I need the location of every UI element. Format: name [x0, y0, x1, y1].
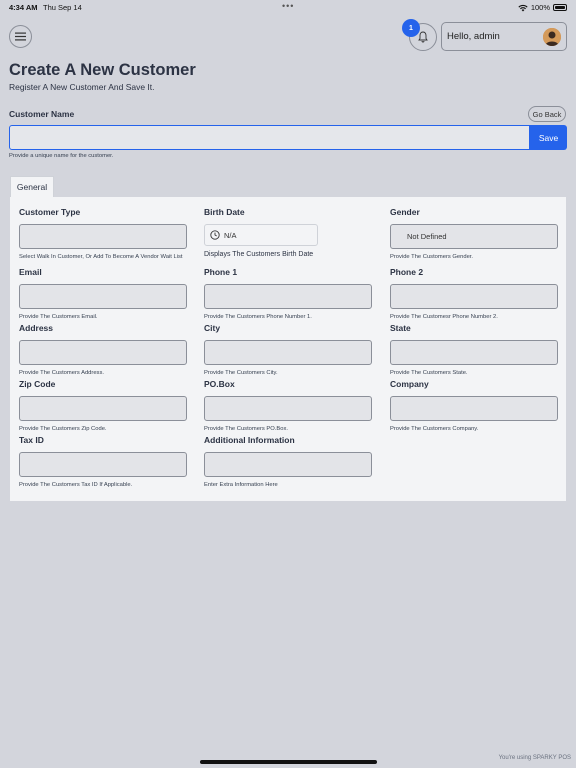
additional-info-input[interactable] [204, 452, 372, 477]
avatar [543, 28, 561, 46]
address-field: Address Provide The Customers Address. [19, 323, 187, 377]
customer-name-label: Customer Name [9, 109, 75, 119]
gender-label: Gender [390, 207, 420, 217]
po-box-input[interactable] [204, 396, 372, 421]
go-back-button[interactable]: Go Back [528, 106, 566, 122]
email-input[interactable] [19, 284, 187, 309]
home-indicator[interactable] [200, 760, 377, 764]
phone1-field: Phone 1 Provide The Customers Phone Numb… [204, 267, 372, 321]
zip-code-input[interactable] [19, 396, 187, 421]
city-field: City Provide The Customers City. [204, 323, 372, 377]
state-help: Provide The Customers State. [390, 370, 468, 376]
customer-name-input[interactable] [9, 125, 530, 150]
state-label: State [390, 323, 411, 333]
email-label: Email [19, 267, 42, 277]
city-help: Provide The Customers City. [204, 370, 278, 376]
phone1-help: Provide The Customers Phone Number 1. [204, 314, 312, 320]
birth-date-help: Displays The Customers Birth Date [204, 251, 314, 258]
footer-credit: You're using SPARKY POS [498, 755, 571, 761]
tax-id-input[interactable] [19, 452, 187, 477]
phone2-field: Phone 2 Provide The Customesr Phone Numb… [390, 267, 558, 321]
zip-code-field: Zip Code Provide The Customers Zip Code. [19, 379, 187, 433]
notification-badge: 1 [402, 19, 420, 37]
additional-info-field: Additional Information Enter Extra Infor… [204, 435, 372, 489]
birth-date-value: N/A [224, 230, 237, 240]
bell-icon [418, 31, 428, 43]
birth-date-field: Birth Date N/A Displays The Customers Bi… [204, 207, 372, 258]
battery-percent: 100% [530, 3, 550, 12]
status-bar: 4:34 AM Thu Sep 14 ••• 100% [0, 0, 576, 14]
phone1-label: Phone 1 [204, 267, 238, 277]
phone2-help: Provide The Customesr Phone Number 2. [390, 314, 498, 320]
birth-date-picker[interactable]: N/A [204, 224, 318, 246]
address-input[interactable] [19, 340, 187, 365]
hamburger-icon [15, 32, 26, 41]
gender-value: Not Defined [407, 232, 447, 241]
battery-icon [553, 4, 567, 11]
gender-field: Gender Not Defined Provide The Customers… [390, 207, 558, 261]
customer-name-help: Provide a unique name for the customer. [9, 153, 114, 159]
customer-type-select[interactable] [19, 224, 187, 249]
page-subtitle: Register A New Customer And Save It. [9, 82, 155, 92]
email-field: Email Provide The Customers Email. [19, 267, 187, 321]
zip-code-label: Zip Code [19, 379, 56, 389]
email-help: Provide The Customers Email. [19, 314, 98, 320]
po-box-field: PO.Box Provide The Customers PO.Box. [204, 379, 372, 433]
phone1-input[interactable] [204, 284, 372, 309]
customer-type-help: Select Walk In Customer, Or Add To Becom… [19, 254, 183, 260]
gender-help: Provide The Customers Gender. [390, 254, 474, 260]
wifi-icon [518, 4, 528, 11]
phone2-label: Phone 2 [390, 267, 424, 277]
company-help: Provide The Customers Company. [390, 426, 479, 432]
page-title: Create A New Customer [9, 61, 196, 79]
customer-type-field: Customer Type Select Walk In Customer, O… [19, 207, 187, 261]
clock-icon [210, 230, 220, 240]
tax-id-field: Tax ID Provide The Customers Tax ID If A… [19, 435, 187, 489]
city-input[interactable] [204, 340, 372, 365]
state-field: State Provide The Customers State. [390, 323, 558, 377]
status-date: Thu Sep 14 [43, 3, 82, 12]
customer-type-label: Customer Type [19, 207, 81, 217]
status-indicators: 100% [518, 3, 567, 12]
zip-code-help: Provide The Customers Zip Code. [19, 426, 107, 432]
city-label: City [204, 323, 221, 333]
phone2-input[interactable] [390, 284, 558, 309]
gender-select[interactable]: Not Defined [390, 224, 558, 249]
additional-info-help: Enter Extra Information Here [204, 482, 278, 488]
po-box-label: PO.Box [204, 379, 235, 389]
state-input[interactable] [390, 340, 558, 365]
address-help: Provide The Customers Address. [19, 370, 104, 376]
tax-id-label: Tax ID [19, 435, 44, 445]
birth-date-label: Birth Date [204, 207, 245, 217]
company-field: Company Provide The Customers Company. [390, 379, 558, 433]
user-menu[interactable]: Hello, admin [441, 22, 567, 51]
status-time: 4:34 AM [9, 3, 38, 12]
menu-button[interactable] [9, 25, 32, 48]
user-greeting: Hello, admin [447, 31, 500, 42]
multitasking-dots[interactable]: ••• [282, 1, 294, 11]
additional-info-label: Additional Information [204, 435, 295, 445]
tab-general[interactable]: General [10, 176, 54, 197]
company-input[interactable] [390, 396, 558, 421]
po-box-help: Provide The Customers PO.Box. [204, 426, 288, 432]
general-panel: Customer Type Select Walk In Customer, O… [10, 197, 566, 501]
address-label: Address [19, 323, 54, 333]
save-button[interactable]: Save [530, 125, 567, 150]
company-label: Company [390, 379, 429, 389]
tax-id-help: Provide The Customers Tax ID If Applicab… [19, 482, 133, 488]
